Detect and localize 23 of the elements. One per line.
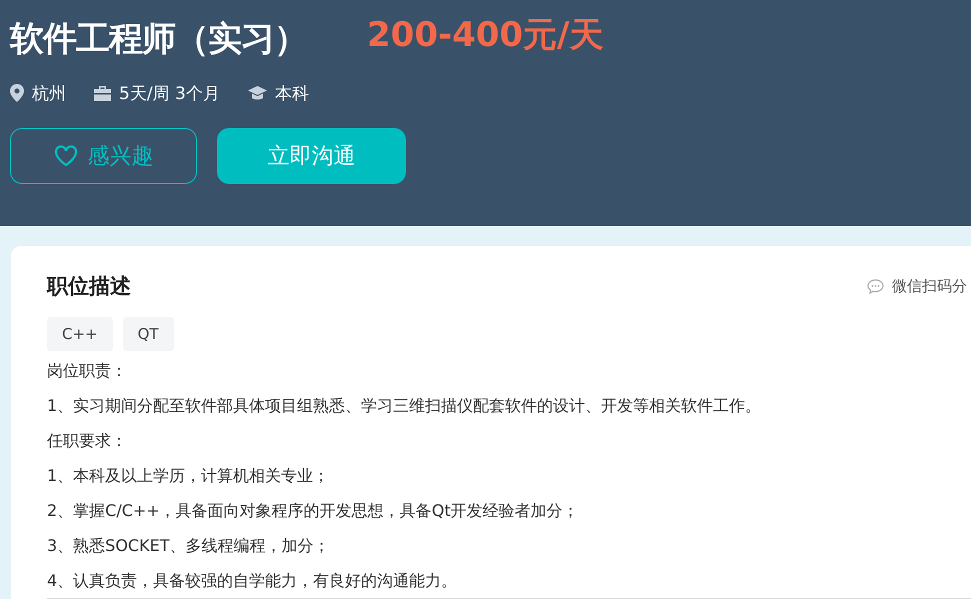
chat-bubble-icon bbox=[867, 278, 884, 294]
skill-tag: C++ bbox=[47, 317, 113, 351]
description-line: 4、认真负责，具备较强的自学能力，有良好的沟通能力。 bbox=[47, 570, 458, 592]
city-label: 杭州 bbox=[32, 82, 66, 104]
location-pin-icon bbox=[10, 84, 24, 102]
schedule-label: 5天/周 3个月 bbox=[119, 82, 220, 104]
description-line: 岗位职责： bbox=[47, 360, 128, 382]
salary-range: 200-400元/天 bbox=[367, 14, 604, 57]
share-link[interactable]: 微信扫码分 bbox=[892, 276, 967, 296]
description-line: 1、本科及以上学历，计算机相关专业； bbox=[47, 465, 330, 487]
description-line: 任职要求： bbox=[47, 430, 128, 452]
skill-tag: QT bbox=[122, 317, 174, 351]
section-heading: 职位描述 bbox=[47, 273, 131, 300]
description-line: 1、实习期间分配至软件部具体项目组熟悉、学习三维扫描仪配套软件的设计、开发等相关软件工作。 bbox=[47, 395, 762, 417]
description-line: 2、掌握C/C++，具备面向对象程序的开发思想，具备Qt开发经验者加分； bbox=[47, 500, 580, 522]
degree-label: 本科 bbox=[274, 82, 309, 104]
briefcase-icon bbox=[94, 86, 111, 100]
graduation-cap-icon bbox=[248, 86, 267, 100]
description-line: 3、熟悉SOCKET、多线程编程，加分； bbox=[47, 535, 330, 557]
heart-icon bbox=[54, 145, 78, 167]
chat-button[interactable]: 立即沟通 bbox=[217, 128, 406, 184]
job-title: 软件工程师（实习） bbox=[10, 18, 307, 61]
interest-button[interactable]: 感兴趣 bbox=[10, 128, 197, 184]
